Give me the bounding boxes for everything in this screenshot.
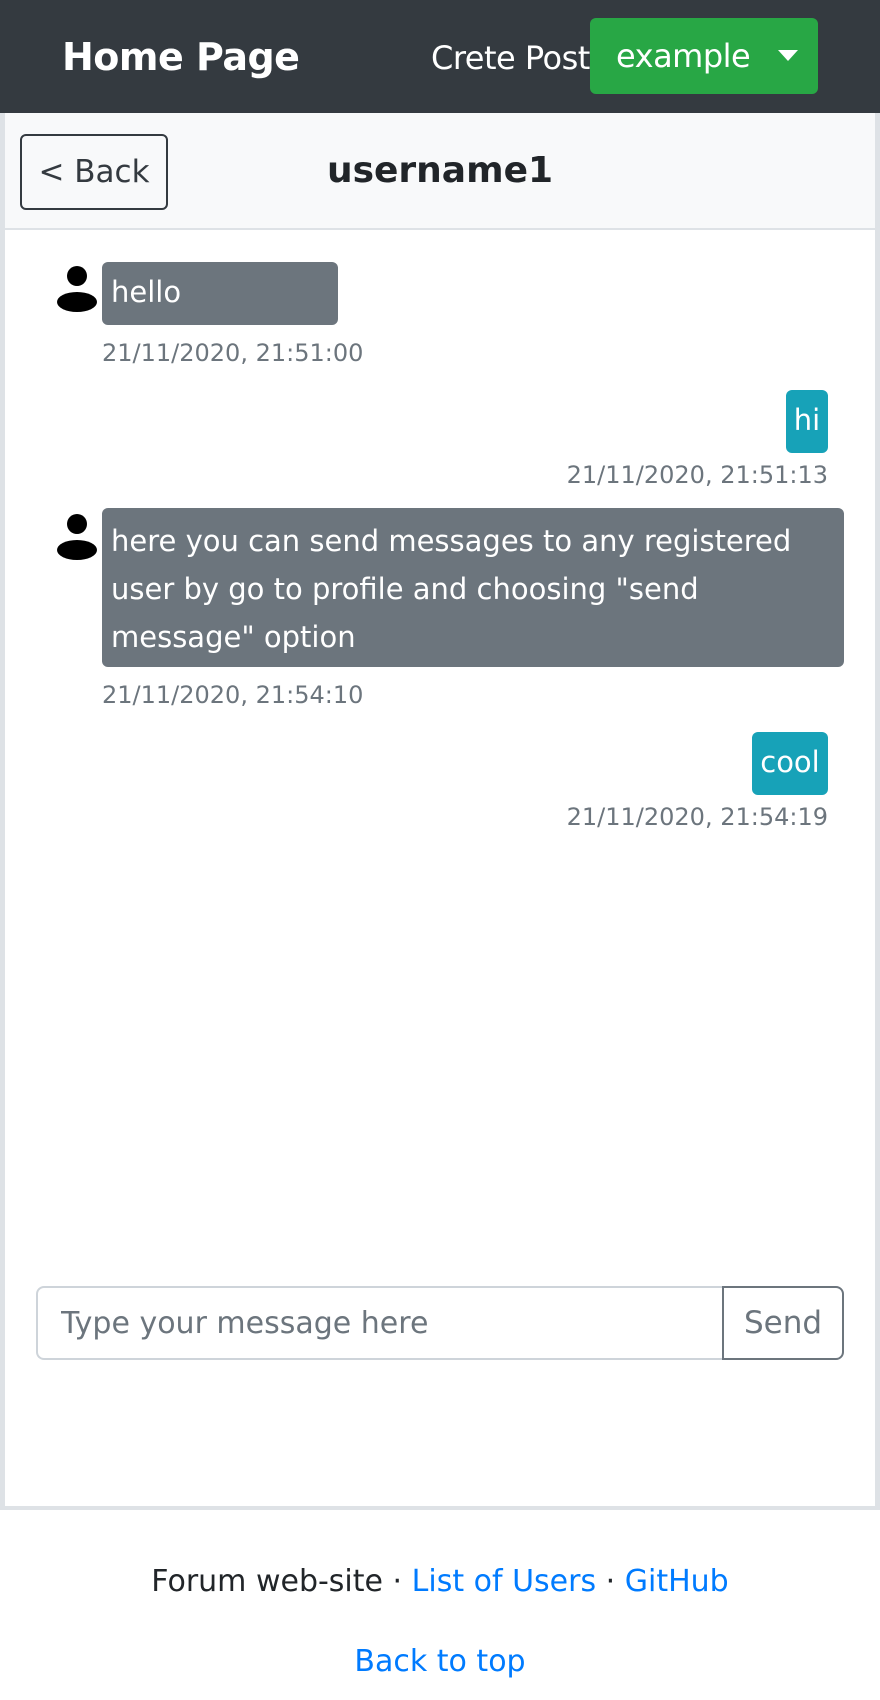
footer-separator: ·	[605, 1564, 616, 1599]
message-timestamp: 21/11/2020, 21:51:00	[102, 339, 364, 367]
message-bubble-sent: hi	[786, 390, 828, 453]
message-bubble-sent: cool	[752, 732, 828, 795]
back-button[interactable]: < Back	[20, 134, 168, 210]
github-link[interactable]: GitHub	[625, 1564, 729, 1599]
message-timestamp: 21/11/2020, 21:54:19	[566, 803, 828, 831]
message-bubble-received: hello	[102, 262, 338, 325]
caret-down-icon	[778, 50, 798, 61]
list-of-users-link[interactable]: List of Users	[412, 1564, 596, 1599]
back-button-label: < Back	[38, 154, 150, 190]
brand-home-link[interactable]: Home Page	[62, 30, 300, 84]
user-menu-label: example	[616, 37, 751, 75]
send-button-label: Send	[743, 1305, 823, 1341]
footer-separator: ·	[392, 1564, 403, 1599]
create-post-link[interactable]: Crete Post	[431, 34, 590, 82]
back-to-top: Back to top	[0, 1640, 880, 1684]
message-bubble-received: here you can send messages to any regist…	[102, 508, 844, 667]
person-icon	[57, 266, 97, 312]
footer-site-name: Forum web-site	[151, 1564, 383, 1599]
navbar: Home Page Crete Post example	[0, 0, 880, 113]
message-timestamp: 21/11/2020, 21:54:10	[102, 681, 364, 709]
user-menu-button[interactable]: example	[590, 18, 818, 94]
chat-header: username1 < Back	[5, 113, 875, 230]
back-to-top-link[interactable]: Back to top	[354, 1644, 525, 1679]
footer-links: Forum web-site · List of Users · GitHub	[0, 1560, 880, 1604]
message-input[interactable]	[36, 1286, 724, 1360]
person-icon	[57, 514, 97, 560]
send-button[interactable]: Send	[722, 1286, 844, 1360]
message-timestamp: 21/11/2020, 21:51:13	[566, 461, 828, 489]
